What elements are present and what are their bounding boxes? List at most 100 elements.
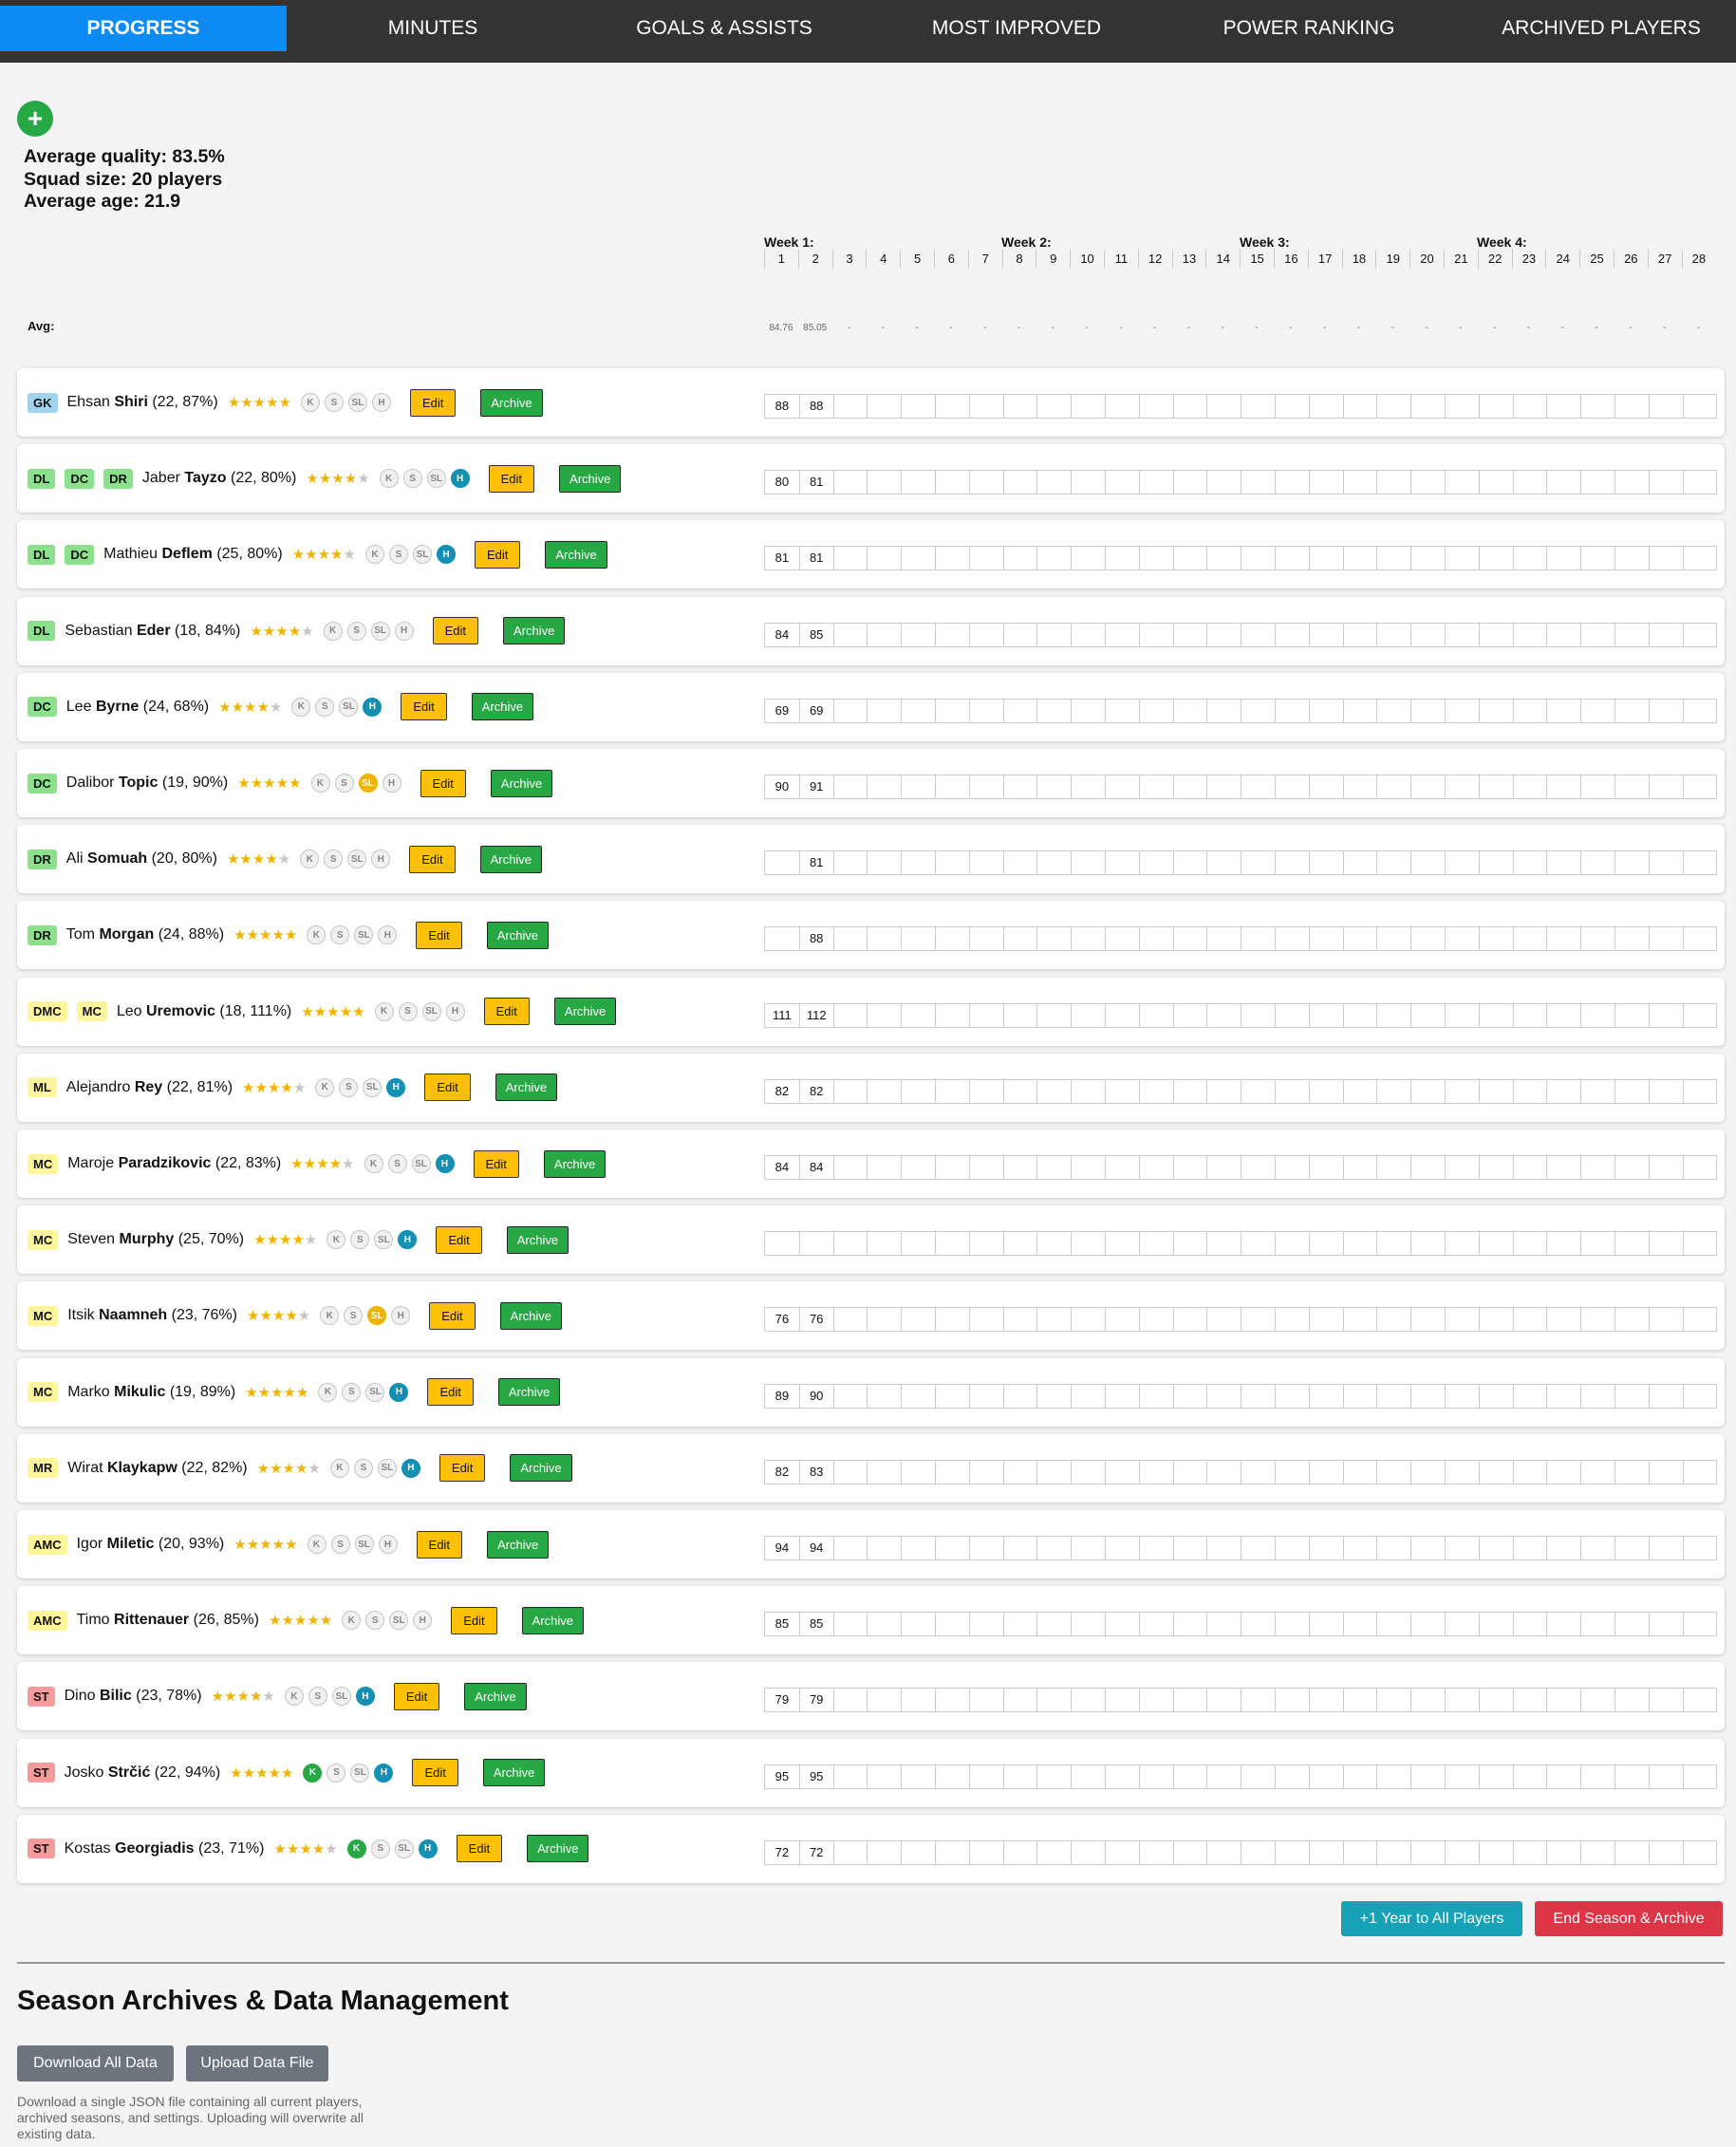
rating-cell[interactable] bbox=[934, 775, 969, 798]
rating-cell[interactable] bbox=[1071, 547, 1105, 570]
rating-cell[interactable] bbox=[968, 547, 1003, 570]
rating-cell[interactable] bbox=[1614, 1689, 1649, 1712]
rating-cell[interactable] bbox=[1478, 547, 1513, 570]
rating-cell[interactable] bbox=[901, 471, 935, 495]
rating-cell[interactable] bbox=[1138, 1079, 1173, 1103]
badge-s-toggle[interactable]: S bbox=[330, 925, 350, 945]
rating-cell[interactable] bbox=[765, 851, 799, 874]
badge-k-toggle[interactable]: K bbox=[310, 774, 330, 793]
rating-cell[interactable]: 112 bbox=[798, 1003, 833, 1027]
edit-button[interactable]: Edit bbox=[427, 1378, 474, 1407]
rating-cell[interactable] bbox=[1241, 1079, 1275, 1103]
rating-cell[interactable] bbox=[1648, 1079, 1683, 1103]
badge-k-toggle[interactable]: K bbox=[300, 393, 320, 412]
rating-cell[interactable] bbox=[1274, 699, 1309, 722]
rating-cell[interactable] bbox=[1104, 623, 1139, 646]
rating-cell[interactable] bbox=[1206, 1460, 1241, 1484]
rating-cell[interactable] bbox=[1071, 1613, 1105, 1636]
rating-cell[interactable] bbox=[1580, 1460, 1615, 1484]
rating-cell[interactable] bbox=[1546, 1308, 1580, 1332]
rating-cell[interactable] bbox=[1580, 1156, 1615, 1179]
rating-cell[interactable] bbox=[901, 1460, 935, 1484]
rating-cell[interactable] bbox=[968, 1689, 1003, 1712]
rating-cell[interactable] bbox=[1444, 1232, 1479, 1256]
rating-cell[interactable] bbox=[1444, 775, 1479, 798]
rating-cell[interactable] bbox=[1648, 623, 1683, 646]
rating-cell[interactable] bbox=[1512, 1156, 1547, 1179]
rating-cell[interactable] bbox=[901, 927, 935, 951]
rating-cell[interactable]: 81 bbox=[765, 547, 799, 569]
rating-cell[interactable] bbox=[765, 927, 799, 950]
rating-cell[interactable] bbox=[1512, 699, 1547, 722]
rating-cell[interactable] bbox=[1036, 1384, 1071, 1408]
badge-sl-toggle[interactable]: SL bbox=[377, 1458, 397, 1478]
badge-sl-toggle[interactable]: SL bbox=[412, 545, 432, 565]
rating-cell[interactable] bbox=[1648, 1232, 1683, 1256]
rating-cell[interactable] bbox=[1580, 1308, 1615, 1332]
rating-cell[interactable] bbox=[1036, 1689, 1071, 1712]
rating-cell[interactable] bbox=[1478, 1764, 1513, 1788]
edit-button[interactable]: Edit bbox=[409, 388, 457, 417]
rating-cell[interactable] bbox=[832, 471, 868, 495]
rating-cell[interactable] bbox=[1104, 1003, 1139, 1027]
rating-cell[interactable]: 84 bbox=[765, 624, 799, 646]
rating-cell[interactable] bbox=[1444, 1384, 1479, 1408]
rating-cell[interactable] bbox=[1546, 1232, 1580, 1256]
rating-cell[interactable] bbox=[1342, 775, 1377, 798]
rating-cell[interactable] bbox=[1614, 1308, 1649, 1332]
rating-cell[interactable] bbox=[1682, 471, 1717, 495]
edit-button[interactable]: Edit bbox=[393, 1682, 440, 1710]
rating-cell[interactable] bbox=[1308, 1079, 1343, 1103]
rating-cell[interactable]: 79 bbox=[765, 1689, 799, 1711]
rating-cell[interactable] bbox=[1274, 1460, 1309, 1484]
rating-cell[interactable] bbox=[1376, 1232, 1410, 1256]
rating-cell[interactable] bbox=[798, 1232, 833, 1256]
rating-cell[interactable] bbox=[832, 1613, 868, 1636]
rating-cell[interactable] bbox=[1036, 1764, 1071, 1788]
rating-cell[interactable] bbox=[1648, 471, 1683, 495]
rating-cell[interactable] bbox=[1071, 1232, 1105, 1256]
rating-cell[interactable] bbox=[1036, 1156, 1071, 1179]
rating-cell[interactable] bbox=[1138, 1689, 1173, 1712]
rating-cell[interactable] bbox=[1580, 699, 1615, 722]
rating-cell[interactable] bbox=[1308, 1384, 1343, 1408]
rating-cell[interactable]: 83 bbox=[798, 1460, 833, 1484]
rating-cell[interactable] bbox=[1071, 851, 1105, 875]
rating-cell[interactable] bbox=[968, 1537, 1003, 1559]
rating-cell[interactable] bbox=[1444, 1840, 1479, 1864]
rating-cell[interactable] bbox=[867, 471, 901, 495]
rating-cell[interactable] bbox=[1580, 1537, 1615, 1559]
rating-cell[interactable] bbox=[1206, 547, 1241, 570]
rating-cell[interactable] bbox=[867, 623, 901, 646]
rating-cell[interactable] bbox=[934, 699, 969, 722]
rating-cell[interactable] bbox=[1274, 1537, 1309, 1559]
rating-cell[interactable]: 82 bbox=[765, 1080, 799, 1103]
rating-cell[interactable] bbox=[1444, 1308, 1479, 1332]
rating-cell[interactable] bbox=[1376, 1537, 1410, 1559]
archive-button[interactable]: Archive bbox=[506, 1225, 569, 1254]
rating-cell[interactable] bbox=[934, 1613, 969, 1636]
rating-cell[interactable] bbox=[1172, 775, 1207, 798]
rating-cell[interactable] bbox=[1410, 775, 1445, 798]
rating-cell[interactable] bbox=[1241, 1613, 1275, 1636]
badge-k-toggle[interactable]: K bbox=[327, 1230, 346, 1250]
archive-button[interactable]: Archive bbox=[471, 693, 534, 721]
badge-k-toggle[interactable]: K bbox=[300, 849, 320, 869]
rating-cell[interactable] bbox=[934, 1460, 969, 1484]
rating-cell[interactable] bbox=[1614, 623, 1649, 646]
rating-cell[interactable] bbox=[1410, 927, 1445, 951]
rating-cell[interactable] bbox=[1071, 395, 1105, 418]
rating-cell[interactable] bbox=[1376, 471, 1410, 495]
rating-cell[interactable]: 81 bbox=[798, 471, 833, 495]
rating-cell[interactable] bbox=[934, 851, 969, 875]
rating-cell[interactable] bbox=[1138, 1308, 1173, 1332]
archive-button[interactable]: Archive bbox=[480, 388, 543, 417]
badge-h-toggle[interactable]: H bbox=[435, 1154, 455, 1173]
rating-cell[interactable] bbox=[901, 1840, 935, 1864]
rating-cell[interactable] bbox=[1546, 1689, 1580, 1712]
rating-cell[interactable] bbox=[1682, 775, 1717, 798]
rating-cell[interactable] bbox=[1682, 1003, 1717, 1027]
rating-cell[interactable] bbox=[1274, 851, 1309, 875]
rating-cell[interactable] bbox=[1002, 1613, 1037, 1636]
rating-cell[interactable] bbox=[1682, 395, 1717, 418]
